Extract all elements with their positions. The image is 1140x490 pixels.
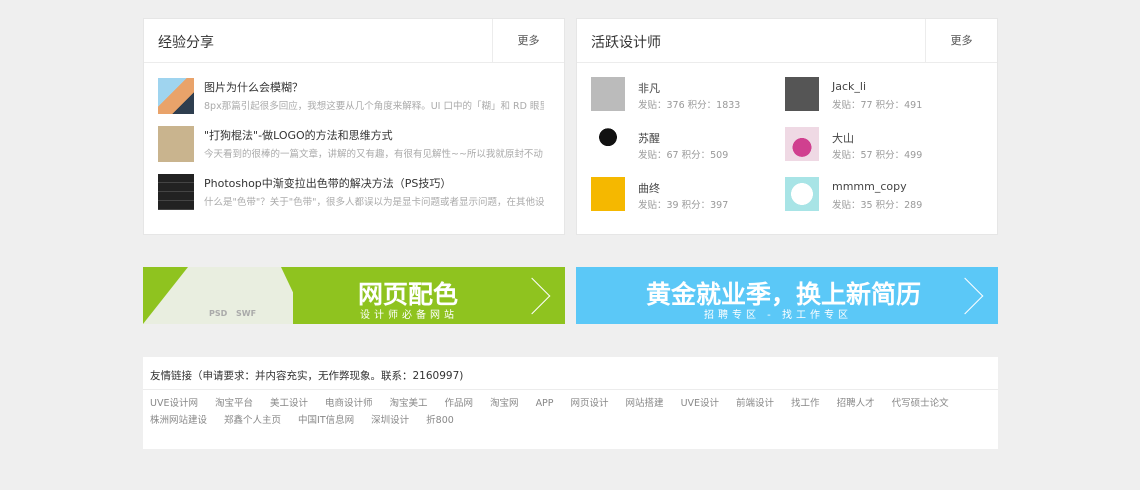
designer-stats: 发贴：376 积分：1833 xyxy=(638,100,741,111)
chevron-right-icon xyxy=(513,277,551,315)
article-desc: 8px那篇引起很多回应，我想这要从几个角度来解释。UI 口中的「糊」和 RD 眼… xyxy=(204,101,544,112)
color-banner[interactable]: PSD SWF 网页配色 设计师必备网站 xyxy=(143,267,565,324)
swf-icon: SWF xyxy=(236,309,257,318)
article-thumbnail xyxy=(158,126,194,162)
friend-link[interactable]: 代写硕士论文 xyxy=(892,398,949,410)
designer-stats: 发贴：77 积分：491 xyxy=(832,100,923,111)
jobs-banner[interactable]: 黄金就业季，换上新简历 招聘专区 - 找工作专区 xyxy=(576,267,998,324)
friend-link[interactable]: 招聘人才 xyxy=(837,398,875,410)
friend-link[interactable]: 中国IT信息网 xyxy=(298,415,354,427)
designer-stats: 发贴：39 积分：397 xyxy=(638,200,729,211)
friend-link[interactable]: UVE设计网 xyxy=(150,398,198,410)
friend-link[interactable]: 美工设计 xyxy=(270,398,308,410)
article-title[interactable]: "打狗棍法"-做LOGO的方法和思维方式 xyxy=(204,127,393,143)
designer-stats: 发贴：67 积分：509 xyxy=(638,150,729,161)
article-desc: 什么是"色带"？关于"色带"，很多人都误以为是显卡问题或者显示问题，在其他设 xyxy=(204,197,544,208)
article-desc: 今天看到的很棒的一篇文章，讲解的又有趣，有很有见解性~~所以我就原封不动，照搬 xyxy=(204,149,544,160)
friend-link[interactable]: 作品网 xyxy=(445,398,474,410)
friend-links: 友情链接（申请要求：并内容充实，无作弊现象。联系：2160997) UVE设计网… xyxy=(143,357,998,449)
designer-item[interactable]: 大山发贴：57 积分：499 xyxy=(785,127,965,163)
article-thumbnail xyxy=(158,174,194,210)
friend-link[interactable]: APP xyxy=(536,398,554,410)
friend-link[interactable]: 淘宝网 xyxy=(490,398,519,410)
chevron-right-icon xyxy=(946,277,984,315)
avatar xyxy=(591,127,625,161)
friend-link[interactable]: 淘宝平台 xyxy=(215,398,253,410)
friend-link[interactable]: 网页设计 xyxy=(571,398,609,410)
designer-stats: 发贴：35 积分：289 xyxy=(832,200,923,211)
article-thumbnail xyxy=(158,78,194,114)
article-item[interactable]: "打狗棍法"-做LOGO的方法和思维方式 今天看到的很棒的一篇文章，讲解的又有趣… xyxy=(158,126,553,166)
avatar xyxy=(785,77,819,111)
designer-item[interactable]: 曲终发贴：39 积分：397 xyxy=(591,177,771,213)
more-button[interactable]: 更多 xyxy=(925,19,997,62)
designer-item[interactable]: mmmm_copy 发贴：35 积分：289 xyxy=(785,177,965,213)
friend-link[interactable]: 前端设计 xyxy=(736,398,774,410)
friend-link[interactable]: 折800 xyxy=(426,415,454,427)
designer-name[interactable]: Jack_li xyxy=(832,80,866,93)
designer-name[interactable]: 苏醒 xyxy=(638,130,660,146)
article-title[interactable]: 图片为什么会模糊？ xyxy=(204,79,303,95)
friend-link[interactable]: 网站搭建 xyxy=(626,398,664,410)
banner-subtitle: 招聘专区 - 找工作专区 xyxy=(704,310,852,321)
panel-title: 经验分享 xyxy=(158,35,214,51)
designer-item[interactable]: Jack_li 发贴：77 积分：491 xyxy=(785,77,965,113)
designer-item[interactable]: 非凡发贴：376 积分：1833 xyxy=(591,77,771,113)
friend-link[interactable]: 电商设计师 xyxy=(325,398,373,410)
article-title[interactable]: Photoshop中渐变拉出色带的解决方法（PS技巧） xyxy=(204,175,451,191)
designer-name[interactable]: 大山 xyxy=(832,130,854,146)
friend-link[interactable]: 郑鑫个人主页 xyxy=(224,415,281,427)
designer-item[interactable]: 苏醒发贴：67 积分：509 xyxy=(591,127,771,163)
banner-subtitle: 设计师必备网站 xyxy=(360,310,458,321)
article-item[interactable]: Photoshop中渐变拉出色带的解决方法（PS技巧） 什么是"色带"？关于"色… xyxy=(158,174,553,214)
friend-link[interactable]: 找工作 xyxy=(791,398,820,410)
friend-link[interactable]: UVE设计 xyxy=(681,398,719,410)
designer-name[interactable]: 非凡 xyxy=(638,80,660,96)
friend-links-header: 友情链接（申请要求：并内容充实，无作弊现象。联系：2160997) xyxy=(143,357,998,390)
friend-link[interactable]: 株洲网站建设 xyxy=(150,415,207,427)
designers-panel: 活跃设计师 更多 非凡发贴：376 积分：1833 Jack_li 发贴：77 积分… xyxy=(576,18,998,235)
designer-name[interactable]: 曲终 xyxy=(638,180,660,196)
avatar xyxy=(591,177,625,211)
friend-link[interactable]: 深圳设计 xyxy=(371,415,409,427)
article-item[interactable]: 图片为什么会模糊？ 8px那篇引起很多回应，我想这要从几个角度来解释。UI 口中… xyxy=(158,78,553,118)
psd-icon: PSD xyxy=(209,309,228,318)
experience-panel: 经验分享 更多 图片为什么会模糊？ 8px那篇引起很多回应，我想这要从几个角度来解… xyxy=(143,18,565,235)
designer-name[interactable]: mmmm_copy xyxy=(832,180,907,193)
avatar xyxy=(785,127,819,161)
avatar xyxy=(785,177,819,211)
friend-link[interactable]: 淘宝美工 xyxy=(390,398,428,410)
panel-title: 活跃设计师 xyxy=(591,35,661,51)
avatar xyxy=(591,77,625,111)
more-button[interactable]: 更多 xyxy=(492,19,564,62)
designer-stats: 发贴：57 积分：499 xyxy=(832,150,923,161)
